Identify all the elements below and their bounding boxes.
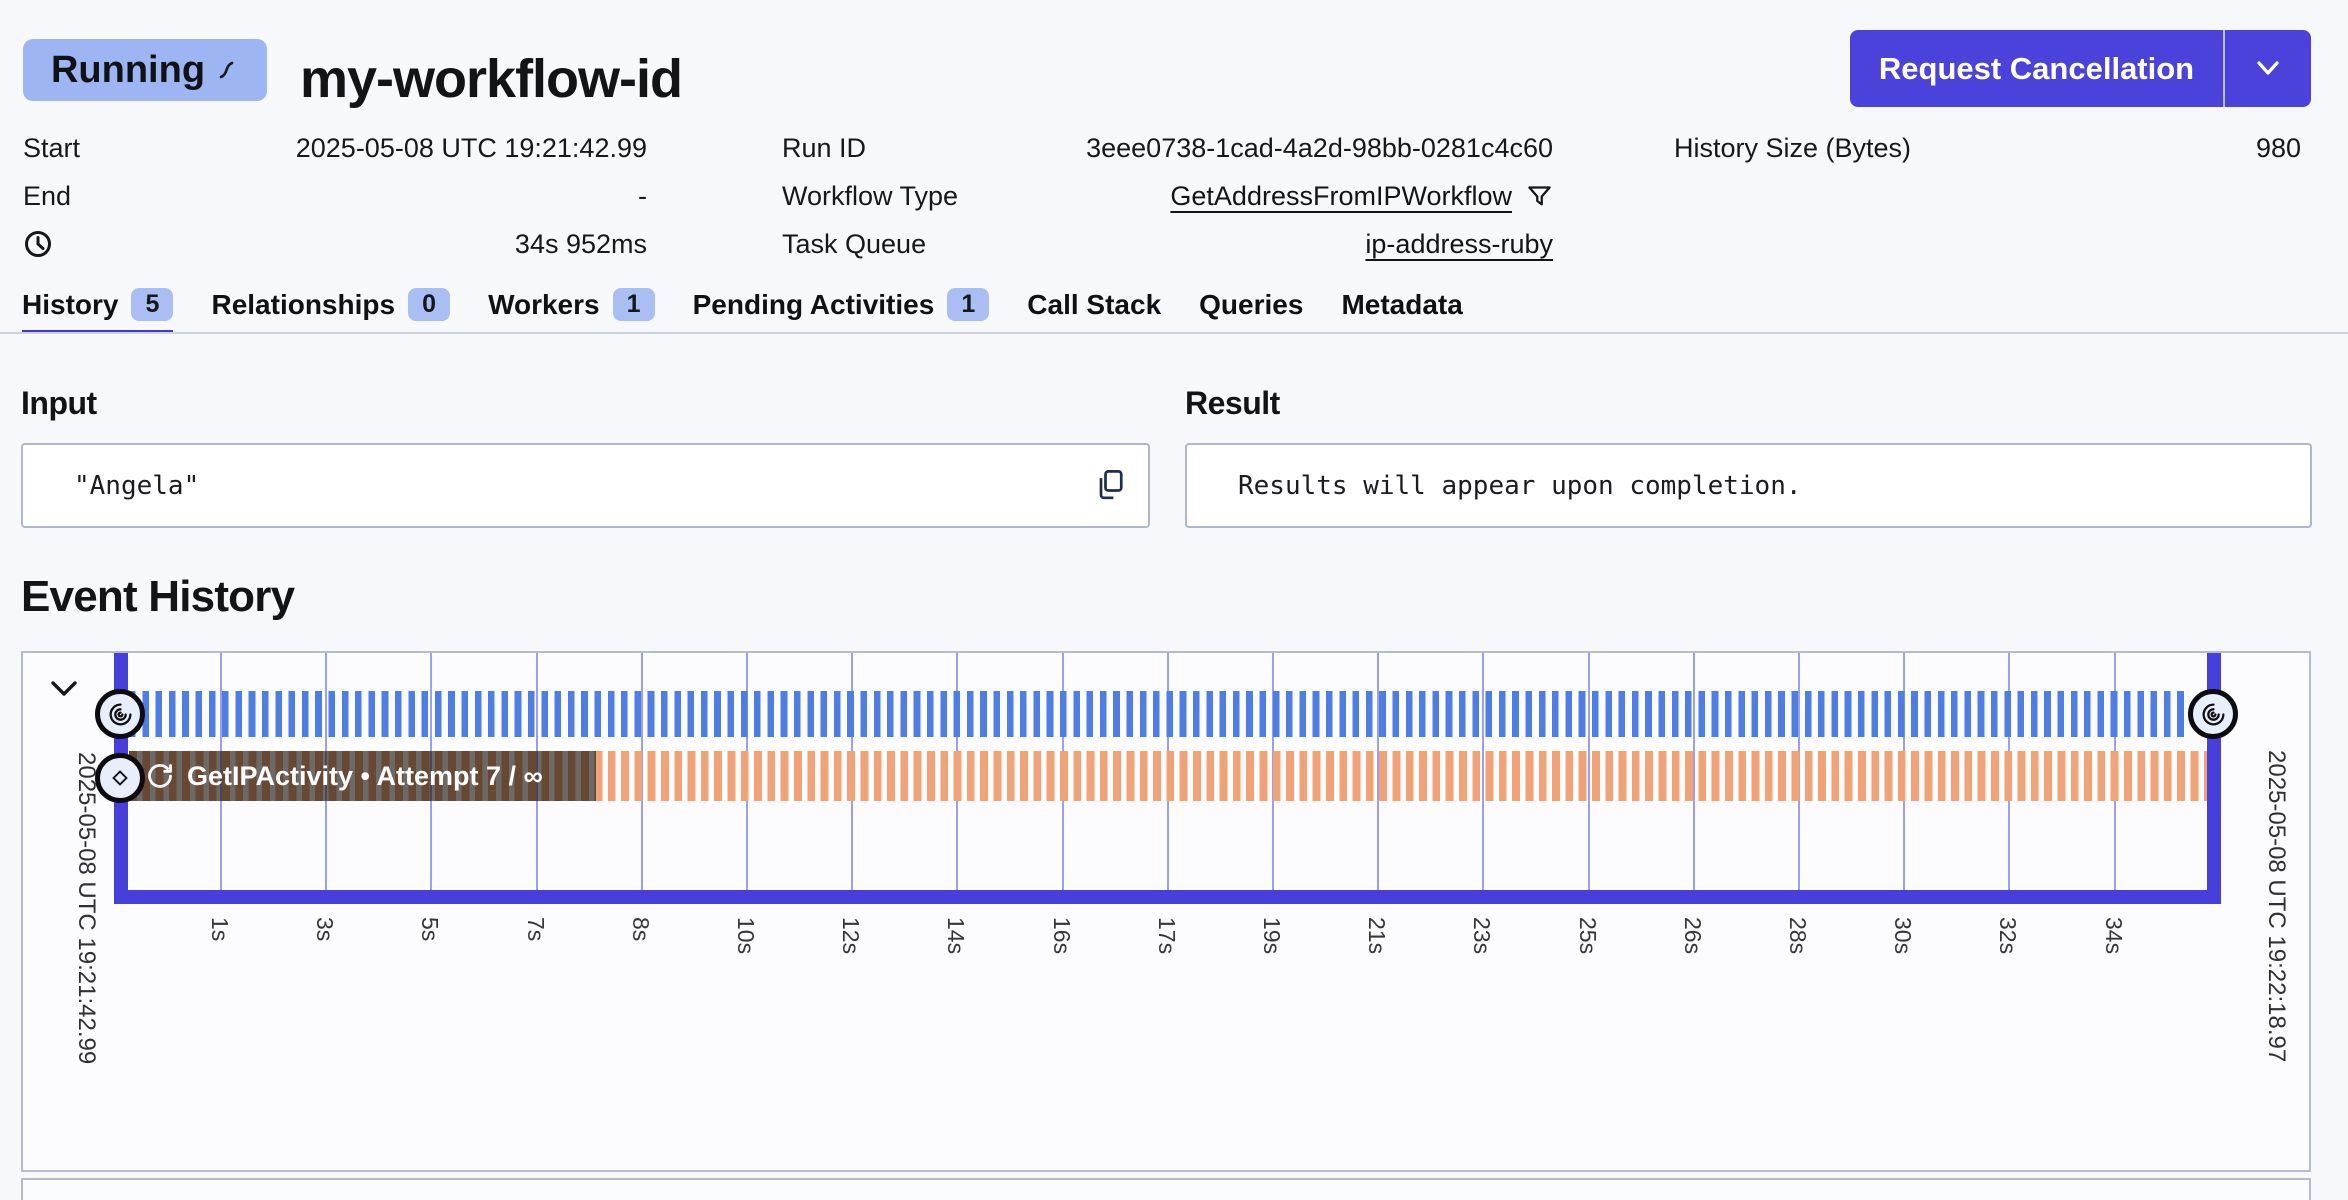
detail-row-start: Start 2025-05-08 UTC 19:21:42.99 [23, 130, 647, 166]
task-queue-label: Task Queue [782, 229, 926, 260]
tab-count-badge: 1 [613, 288, 655, 321]
axis-tick-label: 34s [2100, 917, 2128, 954]
axis-tick-label: 5s [416, 917, 444, 941]
end-value: - [638, 181, 647, 212]
workflow-details-page: Running my-workflow-id Request Cancellat… [0, 0, 2348, 1200]
axis-tick-label: 12s [837, 917, 865, 954]
start-value: 2025-05-08 UTC 19:21:42.99 [296, 133, 647, 164]
input-box: "Angela" [21, 443, 1150, 528]
tab-metadata[interactable]: Metadata [1341, 289, 1462, 333]
axis-tick-label: 19s [1258, 917, 1286, 954]
detail-row-workflow-type: Workflow Type GetAddressFromIPWorkflow [782, 178, 1553, 214]
activity-label[interactable]: GetIPActivity • Attempt 7 / ∞ [129, 751, 596, 801]
axis-tick-label: 32s [1994, 917, 2022, 954]
axis-tick-label: 14s [942, 917, 970, 954]
tab-count-badge: 1 [947, 288, 989, 321]
axis-tick-label: 21s [1363, 917, 1391, 954]
diamond-icon [108, 766, 132, 790]
status-badge: Running [23, 39, 267, 101]
detail-row-end: End - [23, 178, 647, 214]
axis-tick-label: 8s [627, 917, 655, 941]
activity-node[interactable] [95, 753, 145, 803]
status-label: Running [51, 49, 205, 92]
axis-tick-label: 7s [522, 917, 550, 941]
axis-tick-label: 17s [1153, 917, 1181, 954]
retry-icon [146, 762, 174, 790]
details-column-times: Start 2025-05-08 UTC 19:21:42.99 End - 3… [23, 130, 647, 262]
activity-label-text: GetIPActivity • Attempt 7 / ∞ [187, 761, 543, 792]
collapse-chevron-icon[interactable] [48, 679, 80, 699]
workflow-execution-bar[interactable] [129, 691, 2187, 737]
workflow-current-node[interactable] [2188, 689, 2238, 739]
result-value: Results will appear upon completion. [1187, 471, 1802, 501]
chevron-down-icon [2254, 59, 2282, 79]
running-squiggle-icon [217, 59, 239, 81]
run-id-value: 3eee0738-1cad-4a2d-98bb-0281c4c60 [1086, 133, 1553, 164]
task-queue-link[interactable]: ip-address-ruby [1365, 229, 1553, 260]
axis-tick-label: 23s [1468, 917, 1496, 954]
tab-history[interactable]: History 5 [22, 288, 173, 333]
event-history-heading: Event History [21, 572, 294, 622]
event-history-timeline: GetIPActivity • Attempt 7 / ∞ [21, 651, 2311, 1172]
clock-icon [23, 229, 53, 259]
tab-count-badge: 0 [408, 288, 450, 321]
copy-icon[interactable] [1094, 468, 1126, 504]
axis-tick-label: 16s [1048, 917, 1076, 954]
axis-tick-label: 10s [732, 917, 760, 954]
axis-tick-label: 28s [1784, 917, 1812, 954]
tab-workers[interactable]: Workers 1 [488, 288, 655, 333]
temporal-spiral-icon [107, 701, 134, 728]
workflow-type-link[interactable]: GetAddressFromIPWorkflow [1170, 181, 1512, 212]
request-cancellation-label[interactable]: Request Cancellation [1850, 30, 2225, 107]
details-column-history-size: History Size (Bytes) 980 [1674, 130, 2301, 166]
history-size-label: History Size (Bytes) [1674, 133, 1911, 164]
axis-tick-label: 26s [1679, 917, 1707, 954]
tab-pending-activities[interactable]: Pending Activities 1 [693, 288, 990, 333]
result-heading: Result [1185, 385, 1280, 422]
axis-tick-label: 25s [1574, 917, 1602, 954]
axis-tick-label: 1s [206, 917, 234, 941]
run-id-label: Run ID [782, 133, 866, 164]
details-column-run: Run ID 3eee0738-1cad-4a2d-98bb-0281c4c60… [782, 130, 1553, 262]
duration-value: 34s 952ms [515, 229, 647, 260]
temporal-spiral-icon [2200, 701, 2227, 728]
timeline-start-time: 2025-05-08 UTC 19:21:42.99 [71, 752, 101, 1064]
tab-call-stack[interactable]: Call Stack [1027, 289, 1161, 333]
end-label: End [23, 181, 71, 212]
detail-row-duration: 34s 952ms [23, 226, 647, 262]
tab-relationships[interactable]: Relationships 0 [211, 288, 450, 333]
result-box: Results will appear upon completion. [1185, 443, 2312, 528]
event-table-panel [21, 1178, 2311, 1200]
detail-row-task-queue: Task Queue ip-address-ruby [782, 226, 1553, 262]
start-label: Start [23, 133, 80, 164]
tab-bar: History 5 Relationships 0 Workers 1 Pend… [22, 288, 1463, 333]
filter-funnel-icon[interactable] [1526, 183, 1553, 210]
workflow-start-node[interactable] [95, 689, 145, 739]
cancellation-menu-button[interactable] [2225, 30, 2311, 107]
workflow-type-label: Workflow Type [782, 181, 958, 212]
page-title: my-workflow-id [300, 48, 682, 110]
timeline-baseline-bar [114, 890, 2221, 904]
request-cancellation-button[interactable]: Request Cancellation [1850, 30, 2311, 107]
tab-queries[interactable]: Queries [1199, 289, 1303, 333]
axis-tick-label: 3s [311, 917, 339, 941]
input-heading: Input [21, 385, 97, 422]
tab-divider [0, 332, 2348, 334]
axis-tick-label: 30s [1889, 917, 1917, 954]
detail-row-run-id: Run ID 3eee0738-1cad-4a2d-98bb-0281c4c60 [782, 130, 1553, 166]
tab-count-badge: 5 [131, 288, 173, 321]
history-size-value: 980 [2256, 133, 2301, 164]
input-value: "Angela" [23, 471, 199, 501]
timeline-end-time: 2025-05-08 UTC 19:22:18.97 [2261, 750, 2291, 1062]
detail-row-history-size: History Size (Bytes) 980 [1674, 130, 2301, 166]
